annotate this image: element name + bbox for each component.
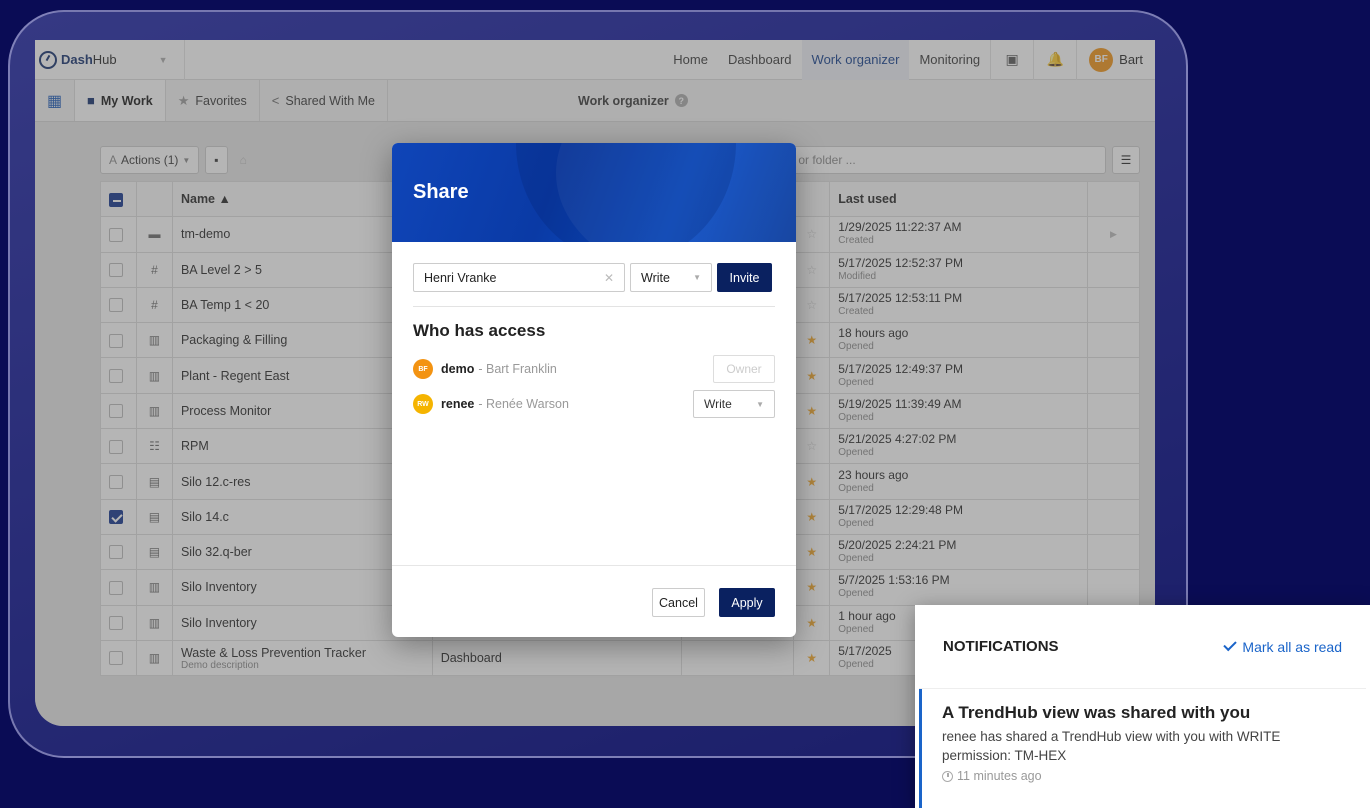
notification-time-text: 11 minutes ago (957, 769, 1042, 783)
access-fullname: - Bart Franklin (478, 362, 557, 376)
access-permission-select[interactable]: Write ▼ (693, 390, 775, 418)
cancel-button[interactable]: Cancel (652, 588, 705, 617)
share-dialog: Share Henri Vranke ✕ Write ▼ Invite Who … (392, 143, 796, 637)
notifications-title: NOTIFICATIONS (943, 638, 1059, 655)
invite-person-value: Henri Vranke (424, 270, 497, 285)
apply-button[interactable]: Apply (719, 588, 775, 617)
clock-icon (942, 770, 953, 782)
mark-all-read-label: Mark all as read (1242, 638, 1342, 655)
access-user: renee (441, 397, 475, 411)
avatar: RW (413, 394, 433, 414)
notifications-header: NOTIFICATIONS Mark all as read (919, 605, 1366, 689)
invite-button[interactable]: Invite (717, 263, 772, 292)
notification-heading: A TrendHub view was shared with you (942, 703, 1251, 722)
owner-role-badge: Owner (713, 355, 775, 383)
share-dialog-footer (392, 565, 796, 566)
mark-all-read-link[interactable]: Mark all as read (1223, 637, 1342, 655)
invite-permission-value: Write (641, 270, 670, 285)
notification-item[interactable]: A TrendHub view was shared with you rene… (919, 689, 1370, 808)
notification-body: renee has shared a TrendHub view with yo… (942, 729, 1281, 763)
share-dialog-title: Share (413, 181, 469, 203)
share-dialog-header: Share (392, 143, 796, 242)
check-icon (1223, 637, 1238, 652)
invite-permission-select[interactable]: Write ▼ (630, 263, 712, 292)
chevron-down-icon: ▼ (693, 273, 701, 282)
who-has-access-heading: Who has access (413, 321, 546, 340)
access-row: RW renee - Renée Warson Write ▼ (413, 389, 775, 419)
access-user: demo (441, 362, 475, 376)
access-permission-value: Write (704, 397, 732, 411)
clear-icon[interactable]: ✕ (604, 271, 614, 285)
notification-time: 11 minutes ago (942, 769, 1350, 783)
access-row: BF demo - Bart Franklin Owner (413, 354, 775, 384)
notifications-panel: NOTIFICATIONS Mark all as read A TrendHu… (915, 605, 1370, 808)
invite-person-input[interactable]: Henri Vranke ✕ (413, 263, 625, 292)
invite-row: Henri Vranke ✕ Write ▼ Invite (413, 263, 772, 292)
chevron-down-icon: ▼ (756, 399, 764, 409)
avatar: BF (413, 359, 433, 379)
access-fullname: - Renée Warson (478, 397, 569, 411)
divider (413, 306, 775, 307)
